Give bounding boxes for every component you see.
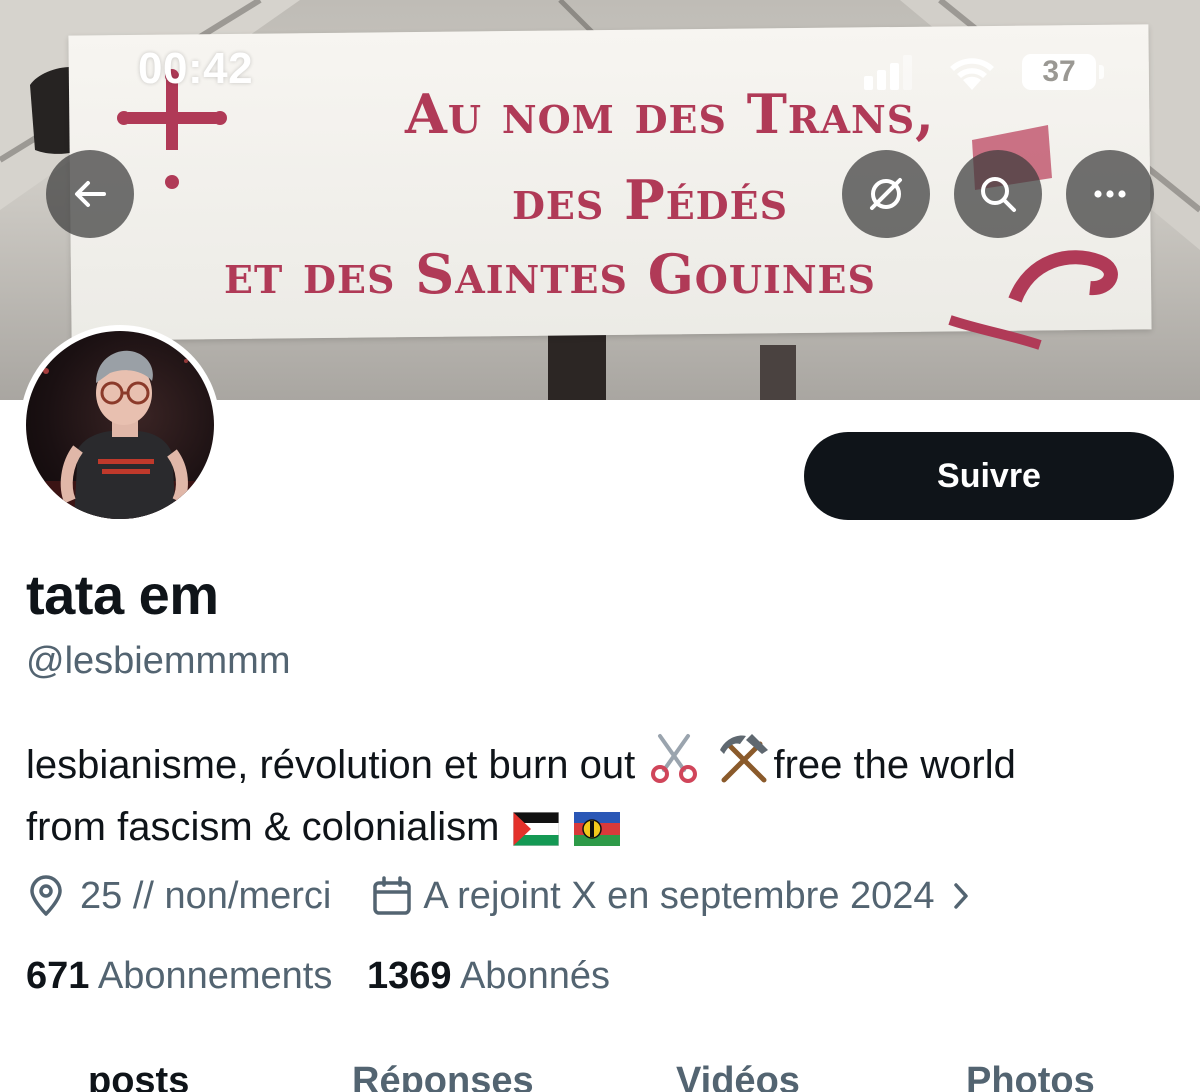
back-button[interactable] <box>46 150 134 238</box>
battery-tip <box>1099 65 1104 79</box>
tab-photos[interactable]: Photos <box>966 1060 1095 1092</box>
battery-indicator: 37 <box>1022 54 1096 90</box>
join-date-text: A rejoint X en septembre 2024 <box>423 874 935 917</box>
followers-count: 1369 <box>366 955 452 997</box>
avatar-photo <box>26 331 214 519</box>
profile-tabs: posts Réponses Vidéos Photos <box>0 1052 1200 1092</box>
user-handle: @lesbiemmmm <box>26 640 291 682</box>
arrow-left-icon <box>75 181 106 207</box>
more-button[interactable] <box>1066 150 1154 238</box>
wifi-icon <box>950 58 994 90</box>
scissors-icon <box>651 734 698 783</box>
follow-stats: 671 Abonnements 1369 Abonnés <box>26 955 610 998</box>
bio-text-2: from fascism & colonialism <box>26 805 500 849</box>
following-link[interactable]: 671 Abonnements <box>26 955 332 997</box>
location: 25 // non/merci <box>26 874 331 918</box>
location-text: 25 // non/merci <box>80 874 332 917</box>
search-button[interactable] <box>954 150 1042 238</box>
palestine-flag-icon <box>512 812 559 846</box>
following-label: Abonnements <box>97 955 333 997</box>
tab-posts[interactable]: posts <box>88 1060 189 1092</box>
calendar-icon <box>373 876 412 915</box>
following-count: 671 <box>26 955 90 997</box>
signal-wifi-icons <box>864 55 994 90</box>
bio-line-2: from fascism & colonialism <box>26 796 1176 858</box>
followers-link[interactable]: 1369 Abonnés <box>367 955 610 997</box>
bio-text-1-end: free the world <box>773 743 1016 787</box>
follow-button[interactable]: Suivre <box>804 432 1174 520</box>
tab-replies[interactable]: Réponses <box>352 1060 534 1092</box>
bio-line-1: lesbianisme, révolution et burn out free… <box>26 732 1176 796</box>
status-time: 00:42 <box>138 44 254 93</box>
bio: lesbianisme, révolution et burn out free… <box>26 732 1176 858</box>
avatar[interactable] <box>20 325 220 525</box>
bio-text-1: lesbianisme, révolution et burn out <box>26 743 636 787</box>
profile-meta: 25 // non/merci A rejoint X en septembre… <box>26 870 971 922</box>
display-name: tata em <box>26 563 219 626</box>
chevron-right-icon <box>953 883 968 909</box>
followers-label: Abonnés <box>459 955 610 997</box>
tab-videos[interactable]: Vidéos <box>676 1060 800 1092</box>
cellular-signal-icon <box>864 55 912 90</box>
avatar-illustration <box>26 350 214 519</box>
profile-banner: Au nom des Trans, des Pédés et des Saint… <box>0 0 1200 400</box>
grok-icon <box>870 178 902 210</box>
location-pin-icon <box>30 875 62 916</box>
search-icon <box>981 177 1016 212</box>
status-icons: 37 <box>860 50 1110 96</box>
kanaky-flag-icon <box>573 812 620 846</box>
more-icon <box>1094 190 1126 198</box>
join-date[interactable]: A rejoint X en septembre 2024 <box>371 875 970 918</box>
banner-line-3: et des Saintes Gouines <box>224 242 876 306</box>
hammer-and-pick-icon <box>719 734 768 783</box>
grok-button[interactable] <box>842 150 930 238</box>
